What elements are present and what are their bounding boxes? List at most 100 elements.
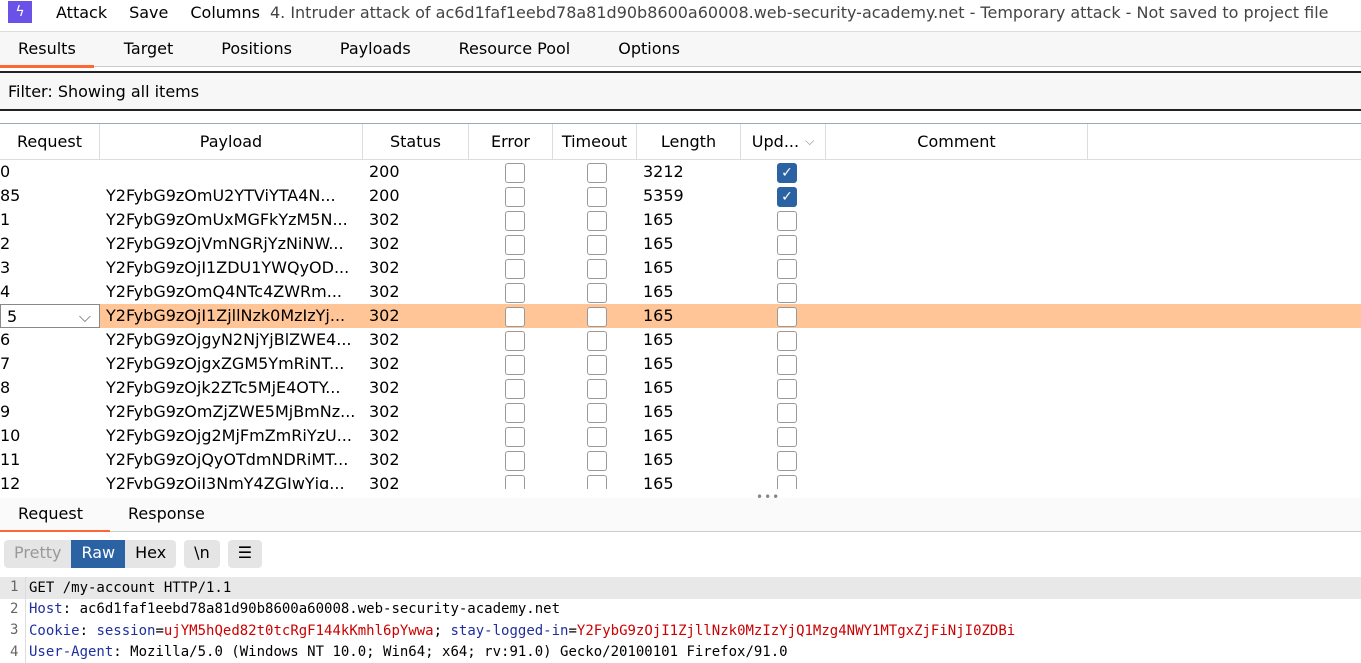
newline-toggle[interactable]: \n: [184, 540, 220, 568]
timeout-checkbox[interactable]: [587, 354, 607, 375]
table-row[interactable]: 10 Y2FybG9zOjg2MjFmZmRiYzU... 302 165: [0, 424, 1361, 448]
table-row[interactable]: 8 Y2FybG9zOjk2ZTc5MjE4OTY... 302 165: [0, 376, 1361, 400]
comment-cell[interactable]: [826, 232, 1088, 256]
col-error[interactable]: Error: [469, 124, 553, 159]
status-cell: 302: [369, 354, 400, 373]
tab-positions[interactable]: Positions: [203, 32, 310, 66]
updated-checkbox[interactable]: [777, 306, 797, 327]
options-button[interactable]: ☰: [227, 540, 263, 568]
comment-cell[interactable]: [826, 424, 1088, 448]
updated-checkbox[interactable]: [777, 354, 797, 375]
table-row[interactable]: 2 Y2FybG9zOjVmNGRjYzNiNW... 302 165: [0, 232, 1361, 256]
tab-results[interactable]: Results: [0, 32, 94, 68]
timeout-checkbox[interactable]: [587, 474, 607, 489]
timeout-checkbox[interactable]: [587, 306, 607, 327]
table-row[interactable]: 1 Y2FybG9zOmUxMGFkYzM5N... 302 165: [0, 208, 1361, 232]
table-row[interactable]: 11 Y2FybG9zOjQyOTdmNDRiMT... 302 165: [0, 448, 1361, 472]
comment-cell[interactable]: [826, 400, 1088, 424]
table-row[interactable]: 7 Y2FybG9zOjgxZGM5YmRiNT... 302 165: [0, 352, 1361, 376]
payload-cell: Y2FybG9zOmQ4NTc4ZWRm...: [106, 282, 342, 301]
col-timeout[interactable]: Timeout: [553, 124, 637, 159]
error-checkbox[interactable]: [505, 162, 525, 183]
timeout-checkbox[interactable]: [587, 210, 607, 231]
error-checkbox[interactable]: [505, 258, 525, 279]
table-row[interactable]: 12 Y2FybG9zOjI3NmY4ZGIwYjg... 302 165: [0, 472, 1361, 489]
comment-cell[interactable]: [826, 184, 1088, 208]
error-checkbox[interactable]: [505, 282, 525, 303]
tab-response[interactable]: Response: [110, 498, 220, 531]
timeout-checkbox[interactable]: [587, 402, 607, 423]
updated-checkbox[interactable]: [777, 282, 797, 303]
table-row[interactable]: 3 Y2FybG9zOjI1ZDU1YWQyOD... 302 165: [0, 256, 1361, 280]
tab-options[interactable]: Options: [600, 32, 698, 66]
timeout-checkbox[interactable]: [587, 234, 607, 255]
col-status[interactable]: Status: [363, 124, 469, 159]
table-row[interactable]: 6 Y2FybG9zOjgyN2NjYjBlZWE4... 302 165: [0, 328, 1361, 352]
filter-bar[interactable]: Filter: Showing all items: [0, 71, 1361, 111]
updated-checkbox[interactable]: ✓: [777, 162, 797, 183]
updated-checkbox[interactable]: [777, 474, 797, 489]
comment-cell[interactable]: [826, 208, 1088, 232]
comment-cell[interactable]: [826, 376, 1088, 400]
col-length[interactable]: Length: [637, 124, 741, 159]
comment-cell[interactable]: [826, 256, 1088, 280]
col-payload[interactable]: Payload: [100, 124, 363, 159]
error-checkbox[interactable]: [505, 354, 525, 375]
comment-cell[interactable]: [826, 280, 1088, 304]
menu-save[interactable]: Save: [129, 3, 168, 22]
error-checkbox[interactable]: [505, 426, 525, 447]
comment-cell[interactable]: [826, 448, 1088, 472]
tab-target[interactable]: Target: [106, 32, 192, 66]
error-checkbox[interactable]: [505, 234, 525, 255]
comment-cell[interactable]: [826, 352, 1088, 376]
table-row[interactable]: 0 200 3212 ✓: [0, 160, 1361, 184]
updated-checkbox[interactable]: [777, 450, 797, 471]
comment-cell[interactable]: [826, 472, 1088, 489]
col-comment[interactable]: Comment: [826, 124, 1088, 159]
updated-checkbox[interactable]: [777, 378, 797, 399]
table-row[interactable]: 85 Y2FybG9zOmU2YTViYTA4N... 200 5359 ✓: [0, 184, 1361, 208]
col-request[interactable]: Request: [0, 124, 100, 159]
col-updated[interactable]: Upd... ⌵: [741, 124, 826, 159]
menu-attack[interactable]: Attack: [56, 3, 107, 22]
error-checkbox[interactable]: [505, 474, 525, 489]
updated-checkbox[interactable]: [777, 210, 797, 231]
timeout-checkbox[interactable]: [587, 162, 607, 183]
error-checkbox[interactable]: [505, 402, 525, 423]
timeout-checkbox[interactable]: [587, 378, 607, 399]
timeout-checkbox[interactable]: [587, 330, 607, 351]
updated-checkbox[interactable]: [777, 234, 797, 255]
updated-checkbox[interactable]: [777, 258, 797, 279]
timeout-checkbox[interactable]: [587, 186, 607, 207]
pretty-button[interactable]: Pretty: [4, 540, 71, 568]
updated-checkbox[interactable]: [777, 330, 797, 351]
error-checkbox[interactable]: [505, 330, 525, 351]
updated-checkbox[interactable]: [777, 402, 797, 423]
updated-checkbox[interactable]: [777, 426, 797, 447]
menu-columns[interactable]: Columns: [190, 3, 260, 22]
timeout-checkbox[interactable]: [587, 258, 607, 279]
timeout-checkbox[interactable]: [587, 450, 607, 471]
error-checkbox[interactable]: [505, 306, 525, 327]
table-row[interactable]: 4 Y2FybG9zOmQ4NTc4ZWRm... 302 165: [0, 280, 1361, 304]
tab-request[interactable]: Request: [0, 498, 110, 532]
comment-cell[interactable]: [826, 160, 1088, 184]
error-checkbox[interactable]: [505, 378, 525, 399]
error-checkbox[interactable]: [505, 210, 525, 231]
error-checkbox[interactable]: [505, 186, 525, 207]
comment-cell[interactable]: [826, 304, 1088, 328]
error-checkbox[interactable]: [505, 450, 525, 471]
hex-button[interactable]: Hex: [125, 540, 176, 568]
error-cell: [469, 352, 553, 376]
timeout-checkbox[interactable]: [587, 282, 607, 303]
table-row[interactable]: 5 ⌵ Y2FybG9zOjI1ZjllNzk0MzIzYj... 302 165: [0, 304, 1361, 328]
timeout-checkbox[interactable]: [587, 426, 607, 447]
table-row[interactable]: 9 Y2FybG9zOmZjZWE5MjBmNz... 302 165: [0, 400, 1361, 424]
updated-checkbox[interactable]: ✓: [777, 186, 797, 207]
raw-button[interactable]: Raw: [71, 540, 126, 568]
request-cell[interactable]: 5 ⌵: [0, 304, 100, 328]
tab-payloads[interactable]: Payloads: [322, 32, 429, 66]
comment-cell[interactable]: [826, 328, 1088, 352]
tab-resource-pool[interactable]: Resource Pool: [441, 32, 589, 66]
request-editor[interactable]: 1 GET /my-account HTTP/1.1 2 Host: ac6d1fa…: [0, 577, 1361, 663]
